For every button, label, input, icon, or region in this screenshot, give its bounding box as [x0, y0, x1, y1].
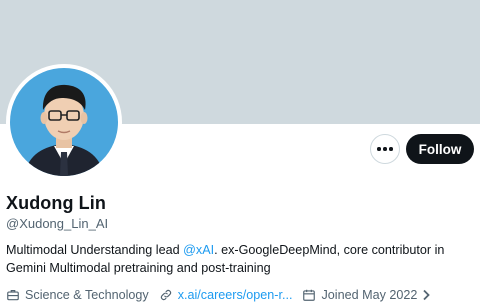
more-options-button[interactable]	[370, 134, 400, 164]
bio: Multimodal Understanding lead @xAI. ex-G…	[6, 241, 476, 277]
avatar[interactable]	[6, 64, 122, 180]
display-name: Xudong Lin	[6, 193, 106, 213]
chevron-right-icon[interactable]	[421, 289, 431, 301]
profile-meta-row: Science & Technology x.ai/careers/open-r…	[6, 286, 446, 304]
avatar-image	[10, 68, 118, 176]
follow-button[interactable]: Follow	[406, 134, 474, 164]
bio-text-start: Multimodal Understanding lead	[6, 243, 184, 257]
user-handle: @Xudong_Lin_AI	[6, 216, 109, 231]
bio-mention-link[interactable]: @xAI	[183, 243, 214, 257]
ellipsis-icon	[377, 147, 381, 151]
